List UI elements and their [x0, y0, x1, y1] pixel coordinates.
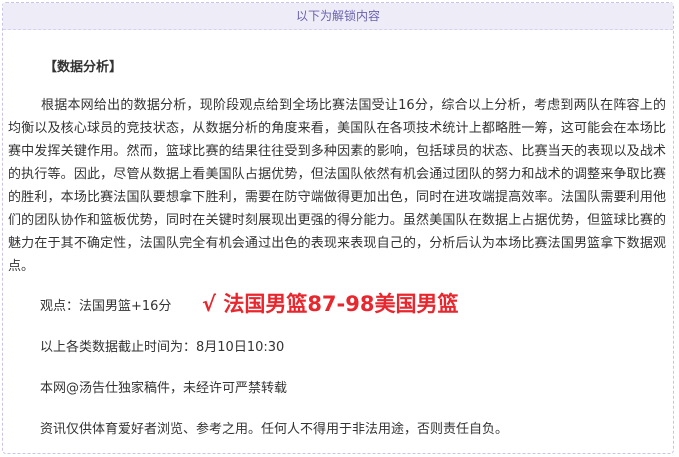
copyright-notice: 本网@汤告仕独家稿件，未经许可严禁转载 — [40, 381, 288, 396]
data-cutoff-time: 以上各类数据截止时间为：8月10日10:30 — [40, 340, 285, 355]
viewpoint-result: √ 法国男篮87-98美国男篮 — [202, 292, 459, 316]
article-body: 【数据分析】 根据本网给出的数据分析，现阶段观点给到全场比赛法国受让16分，综合… — [3, 30, 673, 453]
unlocked-content-card: 以下为解锁内容 【数据分析】 根据本网给出的数据分析，现阶段观点给到全场比赛法国… — [2, 2, 674, 454]
viewpoint-label: 观点：法国男篮+16分 — [40, 299, 172, 314]
disclaimer: 资讯仅供体育爱好者浏览、参考之用。任何人不得用于非法用途，否则责任自负。 — [40, 422, 509, 437]
unlock-banner: 以下为解锁内容 — [3, 3, 673, 30]
section-heading: 【数据分析】 — [44, 60, 123, 75]
analysis-paragraph: 根据本网给出的数据分析，现阶段观点给到全场比赛法国受让16分，综合以上分析，考虑… — [8, 98, 666, 274]
